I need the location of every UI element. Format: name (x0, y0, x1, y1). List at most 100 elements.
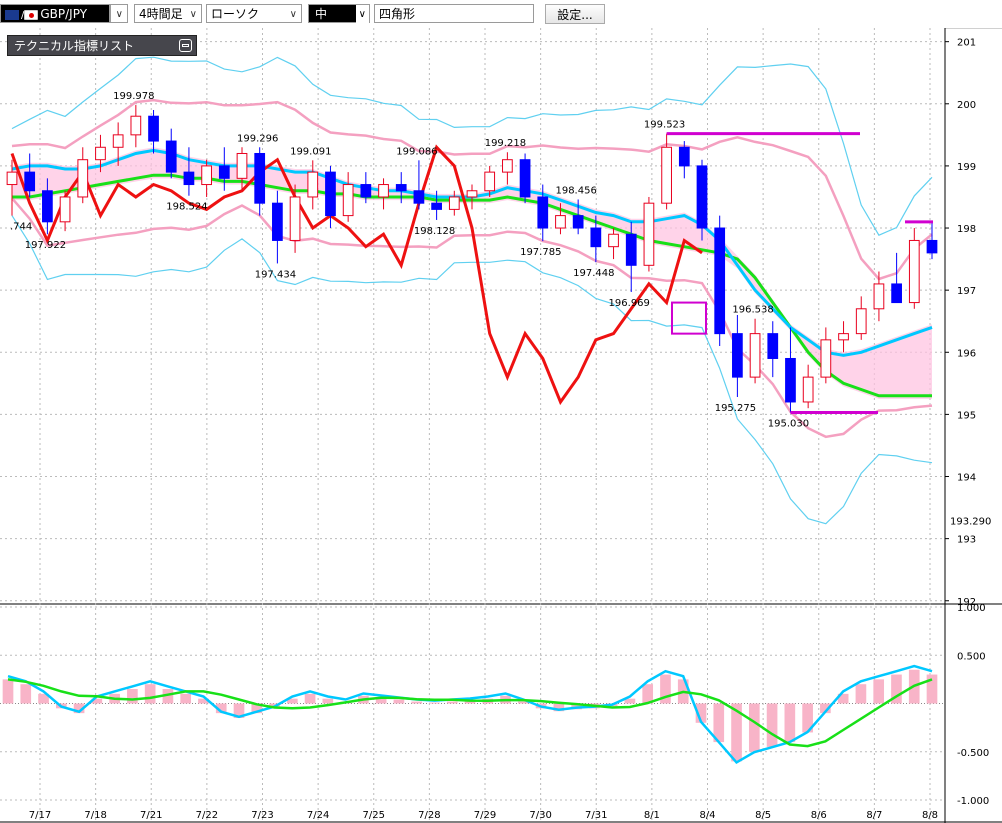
macd-histogram-bar (2, 679, 14, 704)
candle-body (95, 146, 106, 161)
candle-body (307, 171, 319, 198)
candle-body (767, 333, 779, 359)
x-tick-label: 7/25 (363, 810, 385, 821)
y-tick-label: 193 (957, 535, 976, 546)
macd-histogram-bar (393, 699, 405, 704)
chart-area[interactable]: .744 199.978 197.922 199.296 198.524 197.434 1… (0, 0, 1002, 823)
candle-body (448, 196, 460, 210)
x-tick-label: 8/7 (866, 810, 882, 821)
x-tick-label: 7/21 (140, 810, 162, 821)
y-tick-label: 201 (957, 38, 976, 49)
candle-body (360, 184, 372, 198)
candle-body (466, 190, 478, 198)
price-label: 199.091 (290, 146, 331, 157)
osc-tick-label: 0.500 (957, 651, 986, 662)
macd-histogram-bar (411, 701, 423, 704)
candle-body (855, 308, 867, 335)
price-label: 195.275 (715, 403, 756, 414)
candle-body (785, 357, 796, 403)
candle-body (130, 115, 142, 136)
candle-body (891, 283, 902, 304)
x-tick-label: 8/6 (811, 810, 827, 821)
price-label: 197.785 (520, 247, 561, 258)
price-label: 198.128 (414, 226, 455, 237)
candle-body (77, 159, 89, 198)
macd-histogram-bar (144, 684, 156, 704)
x-tick-label: 7/18 (84, 810, 106, 821)
macd-histogram-bar (180, 693, 192, 704)
macd-histogram-bar (304, 693, 316, 704)
y-tick-label: 199 (957, 162, 976, 173)
price-label: 198.456 (555, 185, 596, 196)
price-label: 199.086 (396, 146, 437, 157)
macd-histogram-bar (855, 684, 867, 704)
candle-body (218, 165, 230, 179)
y-tick-label: 200 (957, 100, 976, 111)
x-tick-label: 7/23 (251, 810, 273, 821)
candle-body (643, 202, 655, 266)
macd-histogram-bar (784, 703, 796, 743)
candle-body (42, 190, 53, 223)
y-tick-label: 197 (957, 286, 976, 297)
price-label: 196.538 (732, 305, 773, 316)
macd-histogram-bar (873, 679, 885, 704)
indicator-list-panel[interactable]: テクニカル指標リスト (7, 35, 197, 56)
y-tick-label: 194 (957, 473, 976, 484)
x-tick-label: 7/17 (29, 810, 51, 821)
x-tick-label: 7/22 (196, 810, 218, 821)
price-label: 199.296 (237, 133, 278, 144)
candle-body (289, 196, 301, 241)
candle-body (201, 165, 212, 186)
candle-body (413, 190, 425, 204)
candle-body (484, 171, 496, 192)
y-tick-label: 198 (957, 224, 976, 235)
candle-body (395, 184, 407, 192)
candle-body (6, 171, 18, 186)
macd-histogram-bar (322, 698, 334, 704)
candle-body (59, 196, 71, 223)
price-axis: 201200199198197196195194193192193.2901.0… (944, 28, 991, 823)
candle-body (625, 233, 637, 266)
candle-body (802, 376, 814, 403)
candle-body (236, 152, 248, 179)
candle-body (678, 146, 690, 167)
price-label: 199.218 (485, 138, 526, 149)
candle-body (926, 239, 938, 254)
price-label: 199.523 (644, 120, 685, 131)
candle-body (608, 233, 619, 248)
price-label: 197.448 (573, 268, 614, 279)
price-label: .744 (10, 222, 32, 233)
macd-histogram-bar (748, 703, 760, 752)
y-tick-label: 195 (957, 410, 976, 421)
price-label: 196.969 (609, 298, 650, 309)
price-label: 198.524 (166, 202, 207, 213)
candle-body (148, 115, 159, 142)
candle-body (325, 171, 336, 217)
candle-body (572, 215, 584, 229)
x-tick-label: 7/30 (529, 810, 551, 821)
x-tick-label: 8/1 (644, 810, 660, 821)
y-tick-label: 196 (957, 348, 976, 359)
macd-histogram-bar (20, 684, 32, 704)
candle-body (519, 159, 531, 198)
macd-histogram-bar (926, 674, 938, 704)
osc-tick-label: -0.500 (957, 748, 989, 759)
collapse-icon[interactable] (179, 39, 192, 52)
candle-body (820, 339, 832, 378)
candle-body (873, 283, 885, 310)
candle-body (714, 227, 726, 335)
candle-body (661, 146, 672, 204)
osc-tick-label: 1.000 (957, 603, 986, 614)
macd-histogram-bar (446, 701, 458, 704)
candle-body (732, 333, 743, 378)
x-tick-label: 8/4 (699, 810, 715, 821)
candle-body (908, 239, 920, 304)
candle-body (431, 202, 442, 210)
price-label: 197.434 (255, 269, 296, 280)
x-tick-label: 8/8 (922, 810, 938, 821)
candle-body (165, 140, 177, 173)
candle-body (272, 202, 283, 241)
price-label: 199.978 (113, 91, 154, 102)
candle-body (183, 171, 195, 186)
indicator-list-title: テクニカル指標リスト (14, 39, 135, 53)
